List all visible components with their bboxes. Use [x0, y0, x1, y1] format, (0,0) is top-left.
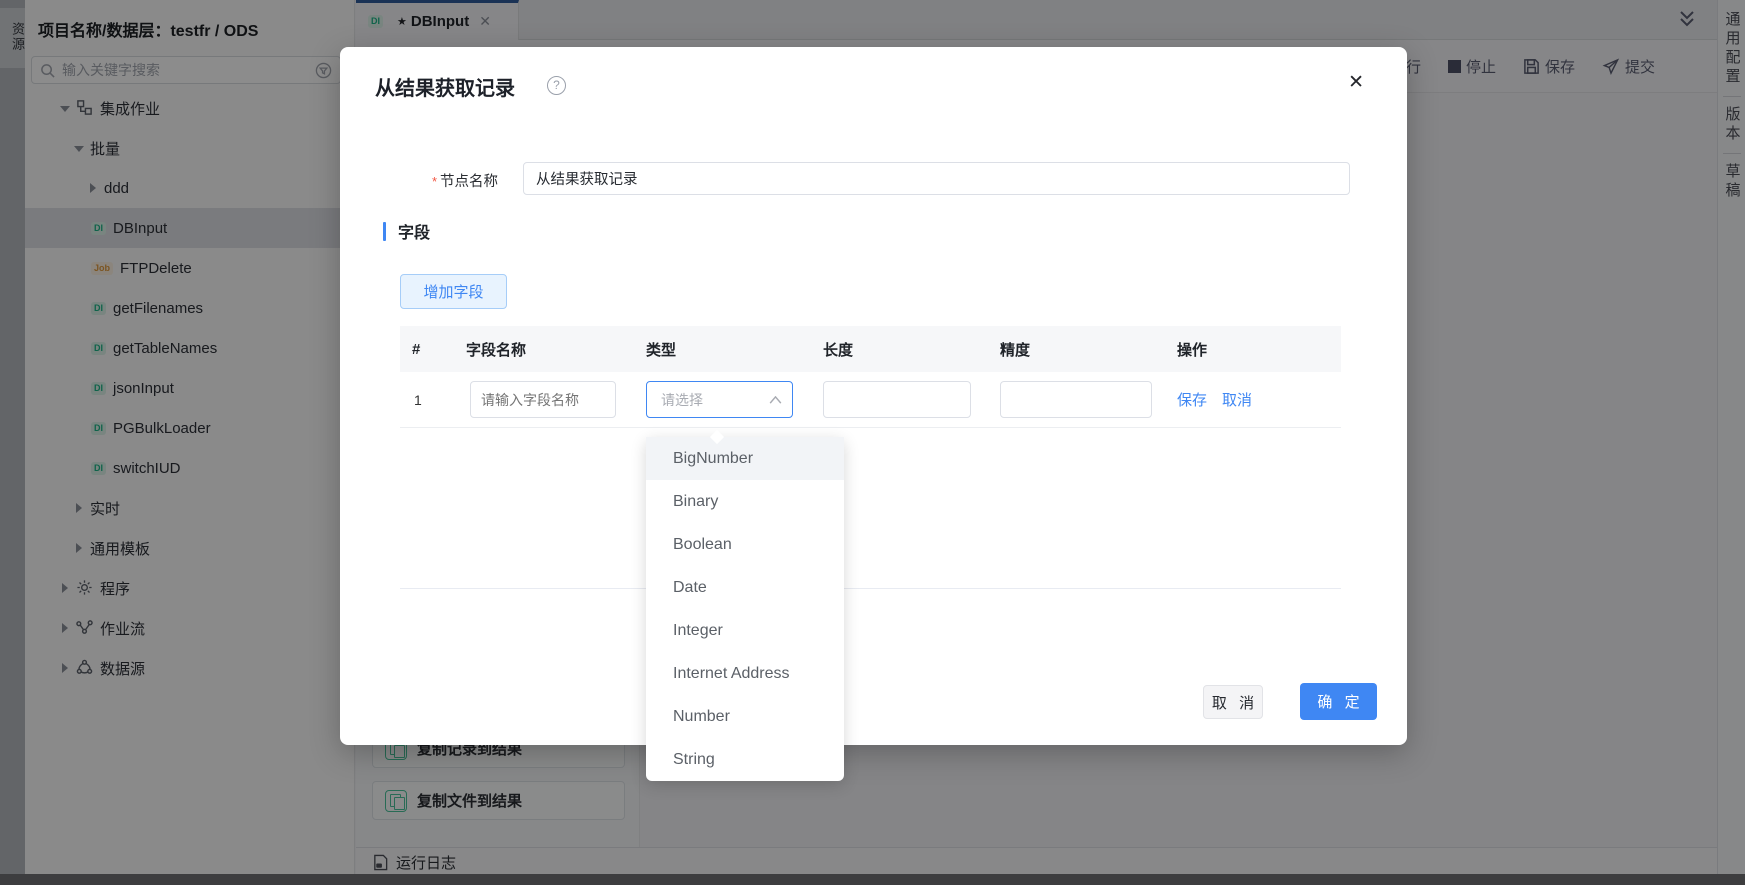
- column-header: 长度: [823, 339, 1000, 360]
- row-save-link[interactable]: 保存: [1177, 389, 1207, 410]
- row-index: 1: [400, 392, 454, 408]
- fields-section-header: 字段: [383, 219, 430, 243]
- node-name-label: *节点名称: [428, 170, 498, 191]
- type-option-BigNumber[interactable]: BigNumber: [646, 437, 844, 480]
- type-option-String[interactable]: String: [646, 738, 844, 781]
- type-select[interactable]: 请选择: [646, 381, 793, 418]
- type-option-Number[interactable]: Number: [646, 695, 844, 738]
- content-divider: [400, 588, 1341, 589]
- column-header: 操作: [1177, 339, 1341, 360]
- type-option-Date[interactable]: Date: [646, 566, 844, 609]
- node-name-input[interactable]: [523, 162, 1350, 195]
- column-header: 字段名称: [454, 339, 646, 360]
- precision-input[interactable]: [1000, 381, 1152, 418]
- help-icon[interactable]: ?: [547, 76, 566, 95]
- field-name-input[interactable]: [470, 381, 616, 418]
- fields-table-header: #字段名称类型长度精度操作: [400, 326, 1341, 372]
- node-name-row: *节点名称: [340, 162, 1407, 195]
- column-header: 类型: [646, 339, 823, 360]
- length-input[interactable]: [823, 381, 971, 418]
- type-select-placeholder: 请选择: [661, 390, 769, 410]
- section-accent-bar: [383, 222, 386, 241]
- type-option-Internet Address[interactable]: Internet Address: [646, 652, 844, 695]
- get-records-dialog: 从结果获取记录 ? ✕ *节点名称 字段 增加字段 #字段名称类型长度精度操作 …: [340, 47, 1407, 745]
- fields-section-title: 字段: [398, 219, 430, 243]
- type-option-Integer[interactable]: Integer: [646, 609, 844, 652]
- type-dropdown-menu: BigNumberBinaryBooleanDateIntegerInterne…: [646, 437, 844, 781]
- column-header: 精度: [1000, 339, 1177, 360]
- row-cancel-link[interactable]: 取消: [1222, 389, 1252, 410]
- type-option-Boolean[interactable]: Boolean: [646, 523, 844, 566]
- required-asterisk: *: [432, 174, 437, 189]
- dialog-ok-button[interactable]: 确 定: [1300, 683, 1377, 720]
- fields-table: #字段名称类型长度精度操作 1 请选择: [400, 326, 1341, 428]
- field-row: 1 请选择 保存 取消: [400, 372, 1341, 428]
- type-option-Binary[interactable]: Binary: [646, 480, 844, 523]
- column-header: #: [400, 341, 454, 358]
- dialog-title: 从结果获取记录: [375, 72, 515, 101]
- app-screen: 资源 项目名称/数据层：testfr / ODS 集成作业批量dddDIDBIn…: [0, 0, 1745, 885]
- add-field-button[interactable]: 增加字段: [400, 274, 507, 309]
- dialog-cancel-button[interactable]: 取 消: [1203, 685, 1263, 719]
- dialog-close-icon[interactable]: ✕: [1348, 71, 1364, 94]
- chevron-up-icon: [769, 396, 782, 404]
